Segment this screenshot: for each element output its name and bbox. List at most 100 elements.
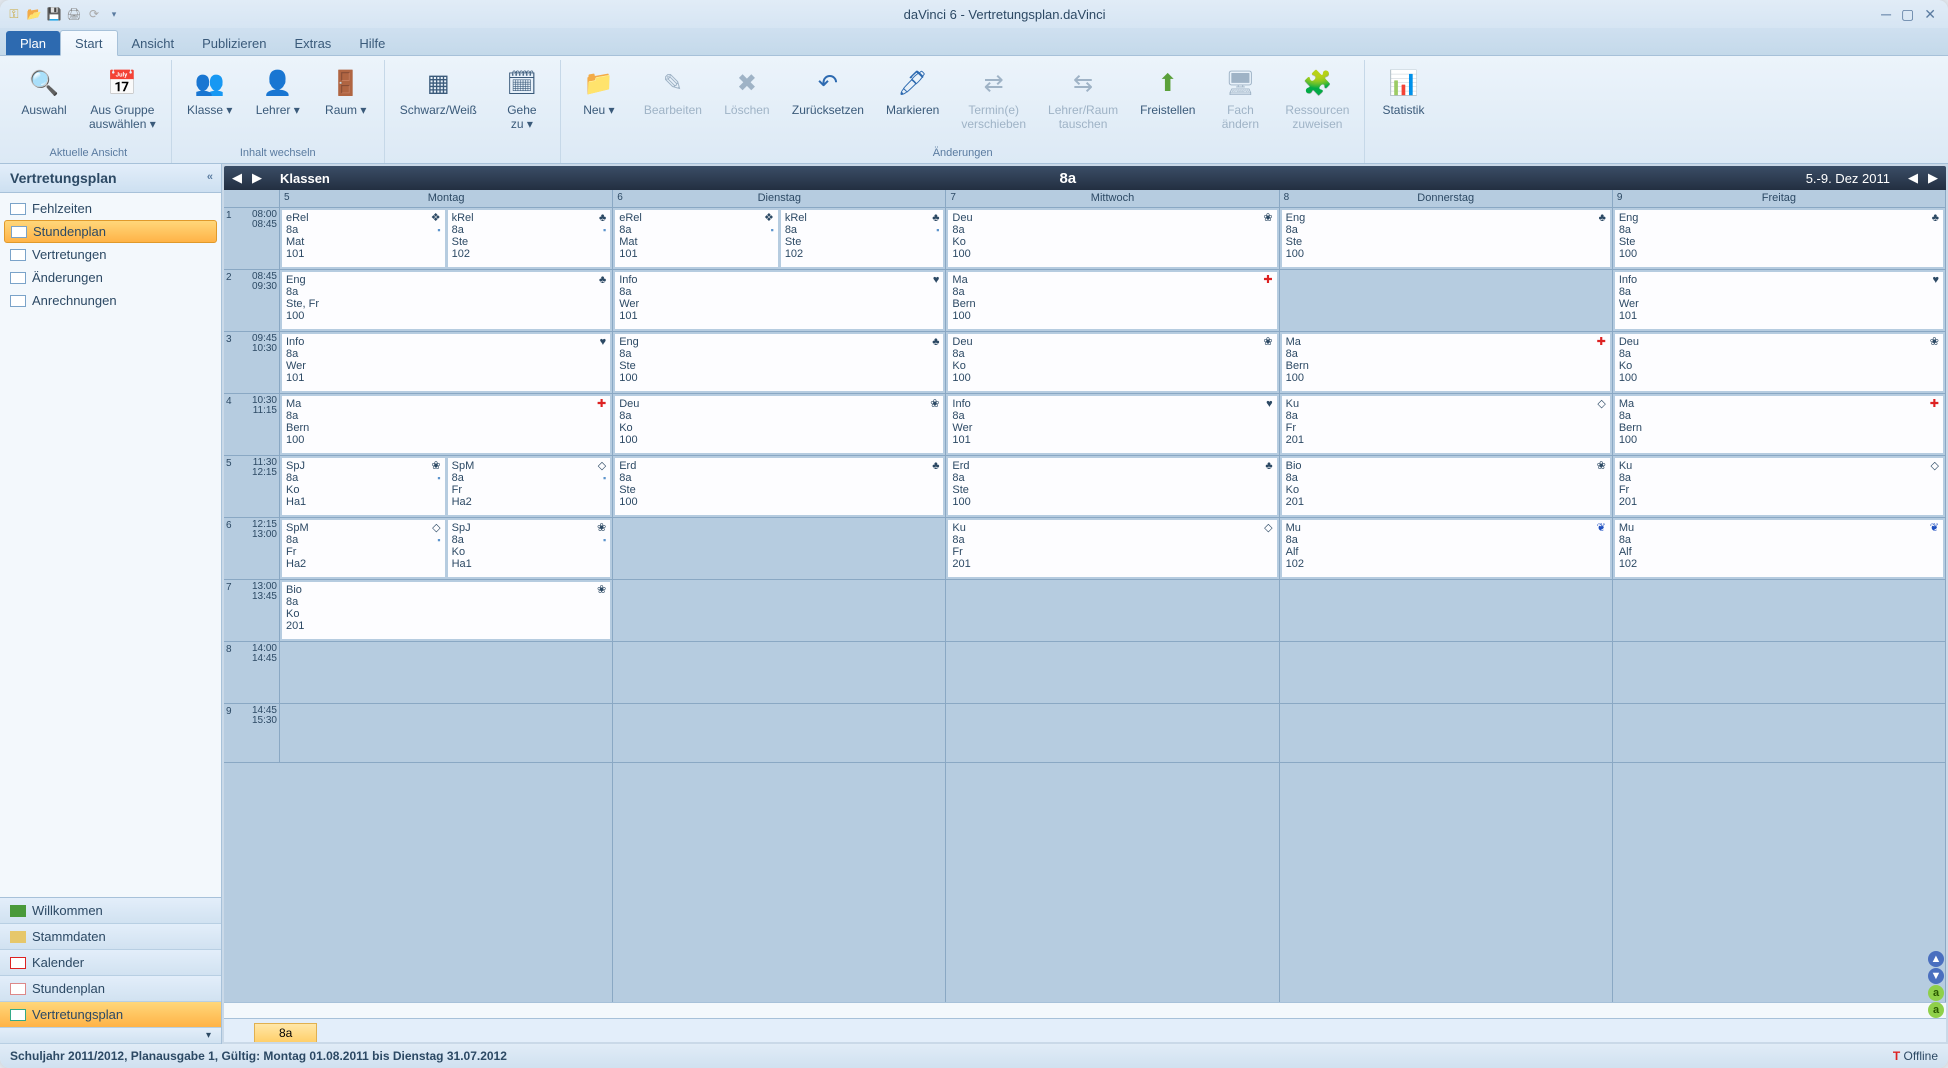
freistellen-button[interactable]: ⬆Freistellen <box>1133 60 1202 145</box>
timetable-cell[interactable]: Ma8aBern100✚ <box>1280 332 1612 394</box>
timetable-cell[interactable]: Eng8aSte100♣ <box>1613 208 1945 270</box>
nav-stundenplan[interactable]: Stundenplan <box>0 976 221 1002</box>
hscroll-track[interactable] <box>224 1002 1946 1018</box>
lesson-card[interactable]: Eng8aSte, Fr100♣ <box>281 271 611 330</box>
prev-week-icon[interactable]: ◀ <box>1904 170 1922 186</box>
klasse-button[interactable]: 👥Klasse ▾ <box>180 60 240 145</box>
timetable-cell[interactable]: SpJ8aKoHa1❀▪SpM8aFrHa2◇▪ <box>280 456 612 518</box>
timetable-cell[interactable] <box>613 580 945 642</box>
lesson-card[interactable]: SpJ8aKoHa1❀▪ <box>281 457 446 516</box>
close-icon[interactable]: ✕ <box>1924 6 1936 23</box>
timetable-cell[interactable] <box>613 704 945 763</box>
minimize-icon[interactable]: ─ <box>1881 6 1891 23</box>
lesson-card[interactable]: kRel8aSte102♣▪ <box>780 209 945 268</box>
timetable-cell[interactable]: Ma8aBern100✚ <box>946 270 1278 332</box>
lesson-card[interactable]: eRel8aMat101❖▪ <box>281 209 446 268</box>
markieren-button[interactable]: 🖊Markieren <box>879 60 946 145</box>
lesson-card[interactable]: Ku8aFr201◇ <box>947 519 1277 578</box>
tab-ansicht[interactable]: Ansicht <box>118 31 189 55</box>
ressourcen-zuweisen-button[interactable]: 🧩Ressourcen zuweisen <box>1278 60 1356 145</box>
lesson-card[interactable]: Deu8aKo100❀ <box>947 333 1277 392</box>
qat-open-icon[interactable]: 📂 <box>26 6 42 22</box>
nav-kalender[interactable]: Kalender <box>0 950 221 976</box>
nav-stammdaten[interactable]: Stammdaten <box>0 924 221 950</box>
raum-button[interactable]: 🚪Raum ▾ <box>316 60 376 145</box>
timetable-cell[interactable]: Erd8aSte100♣ <box>613 456 945 518</box>
timetable-cell[interactable]: Deu8aKo100❀ <box>946 332 1278 394</box>
timetable-cell[interactable]: Info8aWer101♥ <box>1613 270 1945 332</box>
scroll-down-icon[interactable]: ▼ <box>1928 968 1944 984</box>
timetable-cell[interactable] <box>1280 642 1612 704</box>
timetable-cell[interactable] <box>946 580 1278 642</box>
timetable-cell[interactable] <box>1613 580 1945 642</box>
collapse-icon[interactable]: « <box>207 171 213 183</box>
zuruecksetzen-button[interactable]: ↶Zurücksetzen <box>785 60 871 145</box>
statistik-button[interactable]: 📊Statistik <box>1373 60 1433 145</box>
lesson-card[interactable]: Erd8aSte100♣ <box>614 457 944 516</box>
timetable-cell[interactable]: Erd8aSte100♣ <box>946 456 1278 518</box>
lesson-card[interactable]: Bio8aKo201❀ <box>1281 457 1611 516</box>
timetable-cell[interactable] <box>280 642 612 704</box>
sidebar-item-vertretungen[interactable]: Vertretungen <box>0 243 221 266</box>
fach-aendern-button[interactable]: 🖥Fach ändern <box>1210 60 1270 145</box>
timetable-cell[interactable] <box>1280 270 1612 332</box>
timetable-cell[interactable] <box>946 642 1278 704</box>
lesson-card[interactable]: Ku8aFr201◇ <box>1614 457 1944 516</box>
lesson-card[interactable]: kRel8aSte102♣▪ <box>447 209 612 268</box>
tab-hilfe[interactable]: Hilfe <box>345 31 399 55</box>
nav-more[interactable]: ▾ <box>0 1028 221 1044</box>
lesson-card[interactable]: Info8aWer101♥ <box>281 333 611 392</box>
timetable-cell[interactable] <box>1280 704 1612 763</box>
qat-key-icon[interactable]: ⚿ <box>6 6 22 22</box>
lesson-card[interactable]: Eng8aSte100♣ <box>1281 209 1611 268</box>
timetable-cell[interactable]: Ma8aBern100✚ <box>1613 394 1945 456</box>
neu-button[interactable]: 📁Neu ▾ <box>569 60 629 145</box>
auswahl-button[interactable]: 🔍Auswahl <box>14 60 74 145</box>
termine-verschieben-button[interactable]: ⇄Termin(e) verschieben <box>954 60 1033 145</box>
timetable-cell[interactable] <box>1613 704 1945 763</box>
timetable-cell[interactable]: Deu8aKo100❀ <box>1613 332 1945 394</box>
tab-start[interactable]: Start <box>60 30 117 56</box>
timetable-cell[interactable]: Info8aWer101♥ <box>280 332 612 394</box>
tab-publizieren[interactable]: Publizieren <box>188 31 280 55</box>
timetable-cell[interactable]: Mu8aAlf102❦ <box>1280 518 1612 580</box>
aus-gruppe-button[interactable]: 📅Aus Gruppe auswählen ▾ <box>82 60 163 145</box>
timetable-cell[interactable]: Ku8aFr201◇ <box>1280 394 1612 456</box>
badge-a2-icon[interactable]: a <box>1928 1002 1944 1018</box>
lesson-card[interactable]: Eng8aSte100♣ <box>1614 209 1944 268</box>
lesson-card[interactable]: eRel8aMat101❖▪ <box>614 209 779 268</box>
timetable-cell[interactable]: Eng8aSte, Fr100♣ <box>280 270 612 332</box>
sidebar-item-aenderungen[interactable]: Änderungen <box>0 266 221 289</box>
qat-save-icon[interactable]: 💾 <box>46 6 62 22</box>
schwarz-weiss-button[interactable]: ▦Schwarz/Weiß <box>393 60 484 145</box>
nav-vertretungsplan[interactable]: Vertretungsplan <box>0 1002 221 1028</box>
lehrer-button[interactable]: 👤Lehrer ▾ <box>248 60 308 145</box>
qat-refresh-icon[interactable]: ⟳ <box>86 6 102 22</box>
lesson-card[interactable]: Mu8aAlf102❦ <box>1281 519 1611 578</box>
timetable-cell[interactable] <box>613 642 945 704</box>
timetable-cell[interactable]: Eng8aSte100♣ <box>613 332 945 394</box>
lesson-card[interactable]: Info8aWer101♥ <box>1614 271 1944 330</box>
maximize-icon[interactable]: ▢ <box>1901 6 1914 23</box>
gehe-zu-button[interactable]: 🗓Gehe zu ▾ <box>492 60 552 145</box>
timetable-cell[interactable]: Ku8aFr201◇ <box>1613 456 1945 518</box>
sidebar-item-fehlzeiten[interactable]: Fehlzeiten <box>0 197 221 220</box>
timetable-cell[interactable]: Info8aWer101♥ <box>613 270 945 332</box>
sidebar-item-anrechnungen[interactable]: Anrechnungen <box>0 289 221 312</box>
prev-class-icon[interactable]: ◀ <box>228 170 246 186</box>
lesson-card[interactable]: SpJ8aKoHa1❀▪ <box>447 519 612 578</box>
lesson-card[interactable]: Mu8aAlf102❦ <box>1614 519 1944 578</box>
lesson-card[interactable]: SpM8aFrHa2◇▪ <box>447 457 612 516</box>
timetable-cell[interactable]: Deu8aKo100❀ <box>613 394 945 456</box>
next-week-icon[interactable]: ▶ <box>1924 170 1942 186</box>
timetable-cell[interactable]: Mu8aAlf102❦ <box>1613 518 1945 580</box>
lesson-card[interactable]: Deu8aKo100❀ <box>1614 333 1944 392</box>
timetable-cell[interactable]: eRel8aMat101❖▪kRel8aSte102♣▪ <box>613 208 945 270</box>
timetable-cell[interactable]: Info8aWer101♥ <box>946 394 1278 456</box>
timetable-cell[interactable]: Bio8aKo201❀ <box>280 580 612 642</box>
tab-plan[interactable]: Plan <box>6 31 60 55</box>
nav-willkommen[interactable]: Willkommen <box>0 898 221 924</box>
lehrer-raum-tauschen-button[interactable]: ⇆Lehrer/Raum tauschen <box>1041 60 1125 145</box>
plan-tab-8a[interactable]: 8a <box>254 1023 317 1042</box>
timetable-cell[interactable] <box>280 704 612 763</box>
